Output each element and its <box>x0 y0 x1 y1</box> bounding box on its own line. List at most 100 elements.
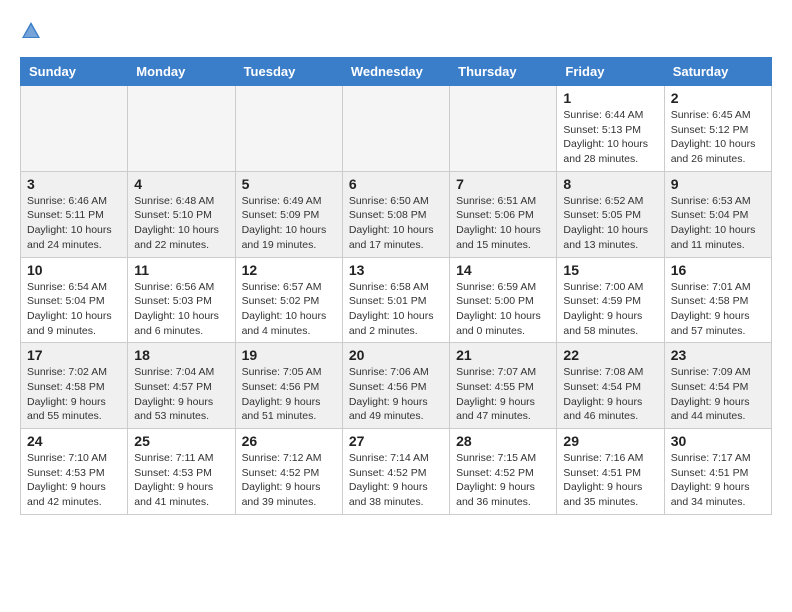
day-info: Sunrise: 6:49 AM Sunset: 5:09 PM Dayligh… <box>242 194 336 253</box>
day-number: 27 <box>349 433 443 449</box>
calendar-cell: 3Sunrise: 6:46 AM Sunset: 5:11 PM Daylig… <box>21 171 128 257</box>
day-number: 16 <box>671 262 765 278</box>
day-number: 23 <box>671 347 765 363</box>
day-number: 17 <box>27 347 121 363</box>
day-number: 6 <box>349 176 443 192</box>
day-number: 13 <box>349 262 443 278</box>
day-info: Sunrise: 6:59 AM Sunset: 5:00 PM Dayligh… <box>456 280 550 339</box>
day-info: Sunrise: 6:44 AM Sunset: 5:13 PM Dayligh… <box>563 108 657 167</box>
day-number: 29 <box>563 433 657 449</box>
header-friday: Friday <box>557 58 664 86</box>
calendar-cell: 27 Sunrise: 7:14 AM Sunset: 4:52 PM Dayli… <box>342 429 449 515</box>
day-number: 3 <box>27 176 121 192</box>
calendar-cell: 23 Sunrise: 7:09 AM Sunset: 4:54 PM Dayli… <box>664 343 771 429</box>
header-thursday: Thursday <box>450 58 557 86</box>
day-info: Sunrise: 7:09 AM Sunset: 4:54 PM Dayligh… <box>671 365 765 424</box>
calendar-cell <box>235 86 342 172</box>
calendar-cell: 4 Sunrise: 6:48 AM Sunset: 5:10 PM Daylig… <box>128 171 235 257</box>
day-info: Sunrise: 6:50 AM Sunset: 5:08 PM Dayligh… <box>349 194 443 253</box>
calendar-cell: 25 Sunrise: 7:11 AM Sunset: 4:53 PM Dayli… <box>128 429 235 515</box>
day-info: Sunrise: 6:56 AM Sunset: 5:03 PM Dayligh… <box>134 280 228 339</box>
day-number: 9 <box>671 176 765 192</box>
day-info: Sunrise: 6:51 AM Sunset: 5:06 PM Dayligh… <box>456 194 550 253</box>
calendar-cell: 29Sunrise: 7:16 AM Sunset: 4:51 PM Dayli… <box>557 429 664 515</box>
day-number: 12 <box>242 262 336 278</box>
page-header <box>20 20 772 47</box>
header-wednesday: Wednesday <box>342 58 449 86</box>
calendar-cell: 20 Sunrise: 7:06 AM Sunset: 4:56 PM Dayli… <box>342 343 449 429</box>
day-number: 7 <box>456 176 550 192</box>
day-info: Sunrise: 7:06 AM Sunset: 4:56 PM Dayligh… <box>349 365 443 424</box>
calendar-cell <box>128 86 235 172</box>
calendar-cell: 10 Sunrise: 6:54 AM Sunset: 5:04 PM Dayli… <box>21 257 128 343</box>
calendar-cell: 17 Sunrise: 7:02 AM Sunset: 4:58 PM Dayli… <box>21 343 128 429</box>
calendar-cell: 22 Sunrise: 7:08 AM Sunset: 4:54 PM Dayli… <box>557 343 664 429</box>
day-info: Sunrise: 7:14 AM Sunset: 4:52 PM Dayligh… <box>349 451 443 510</box>
day-info: Sunrise: 7:07 AM Sunset: 4:55 PM Dayligh… <box>456 365 550 424</box>
header-monday: Monday <box>128 58 235 86</box>
day-info: Sunrise: 6:52 AM Sunset: 5:05 PM Dayligh… <box>563 194 657 253</box>
day-number: 28 <box>456 433 550 449</box>
calendar-cell: 28 Sunrise: 7:15 AM Sunset: 4:52 PM Dayli… <box>450 429 557 515</box>
day-number: 8 <box>563 176 657 192</box>
header-saturday: Saturday <box>664 58 771 86</box>
calendar-cell: 21 Sunrise: 7:07 AM Sunset: 4:55 PM Dayli… <box>450 343 557 429</box>
calendar-cell: 7 Sunrise: 6:51 AM Sunset: 5:06 PM Daylig… <box>450 171 557 257</box>
day-info: Sunrise: 6:53 AM Sunset: 5:04 PM Dayligh… <box>671 194 765 253</box>
day-number: 14 <box>456 262 550 278</box>
day-info: Sunrise: 7:04 AM Sunset: 4:57 PM Dayligh… <box>134 365 228 424</box>
week-row: 17 Sunrise: 7:02 AM Sunset: 4:58 PM Dayli… <box>21 343 772 429</box>
calendar-cell: 6 Sunrise: 6:50 AM Sunset: 5:08 PM Daylig… <box>342 171 449 257</box>
day-number: 24 <box>27 433 121 449</box>
calendar-cell <box>450 86 557 172</box>
calendar-cell: 13 Sunrise: 6:58 AM Sunset: 5:01 PM Dayli… <box>342 257 449 343</box>
day-info: Sunrise: 7:15 AM Sunset: 4:52 PM Dayligh… <box>456 451 550 510</box>
week-row: 1 Sunrise: 6:44 AM Sunset: 5:13 PM Daylig… <box>21 86 772 172</box>
day-info: Sunrise: 7:05 AM Sunset: 4:56 PM Dayligh… <box>242 365 336 424</box>
day-info: Sunrise: 7:08 AM Sunset: 4:54 PM Dayligh… <box>563 365 657 424</box>
day-info: Sunrise: 7:02 AM Sunset: 4:58 PM Dayligh… <box>27 365 121 424</box>
day-number: 25 <box>134 433 228 449</box>
calendar-cell: 19Sunrise: 7:05 AM Sunset: 4:56 PM Dayli… <box>235 343 342 429</box>
day-info: Sunrise: 7:10 AM Sunset: 4:53 PM Dayligh… <box>27 451 121 510</box>
logo-icon <box>20 20 42 47</box>
calendar-header-row: SundayMondayTuesdayWednesdayThursdayFrid… <box>21 58 772 86</box>
day-number: 21 <box>456 347 550 363</box>
day-info: Sunrise: 7:00 AM Sunset: 4:59 PM Dayligh… <box>563 280 657 339</box>
day-info: Sunrise: 6:54 AM Sunset: 5:04 PM Dayligh… <box>27 280 121 339</box>
day-number: 26 <box>242 433 336 449</box>
calendar-cell: 2Sunrise: 6:45 AM Sunset: 5:12 PM Daylig… <box>664 86 771 172</box>
day-info: Sunrise: 6:58 AM Sunset: 5:01 PM Dayligh… <box>349 280 443 339</box>
day-number: 20 <box>349 347 443 363</box>
calendar-table: SundayMondayTuesdayWednesdayThursdayFrid… <box>20 57 772 515</box>
day-number: 18 <box>134 347 228 363</box>
calendar-cell: 14 Sunrise: 6:59 AM Sunset: 5:00 PM Dayli… <box>450 257 557 343</box>
header-tuesday: Tuesday <box>235 58 342 86</box>
header-sunday: Sunday <box>21 58 128 86</box>
calendar-cell: 5Sunrise: 6:49 AM Sunset: 5:09 PM Daylig… <box>235 171 342 257</box>
day-number: 11 <box>134 262 228 278</box>
day-info: Sunrise: 6:48 AM Sunset: 5:10 PM Dayligh… <box>134 194 228 253</box>
calendar-cell: 8 Sunrise: 6:52 AM Sunset: 5:05 PM Daylig… <box>557 171 664 257</box>
calendar-cell: 9 Sunrise: 6:53 AM Sunset: 5:04 PM Daylig… <box>664 171 771 257</box>
day-info: Sunrise: 7:01 AM Sunset: 4:58 PM Dayligh… <box>671 280 765 339</box>
calendar-cell <box>21 86 128 172</box>
week-row: 10 Sunrise: 6:54 AM Sunset: 5:04 PM Dayli… <box>21 257 772 343</box>
logo <box>20 20 42 47</box>
calendar-cell: 15 Sunrise: 7:00 AM Sunset: 4:59 PM Dayli… <box>557 257 664 343</box>
calendar-cell: 26Sunrise: 7:12 AM Sunset: 4:52 PM Dayli… <box>235 429 342 515</box>
day-number: 22 <box>563 347 657 363</box>
calendar-cell: 1 Sunrise: 6:44 AM Sunset: 5:13 PM Daylig… <box>557 86 664 172</box>
day-number: 10 <box>27 262 121 278</box>
day-number: 1 <box>563 90 657 106</box>
day-info: Sunrise: 6:57 AM Sunset: 5:02 PM Dayligh… <box>242 280 336 339</box>
calendar-cell <box>342 86 449 172</box>
calendar-cell: 24 Sunrise: 7:10 AM Sunset: 4:53 PM Dayli… <box>21 429 128 515</box>
calendar-cell: 11 Sunrise: 6:56 AM Sunset: 5:03 PM Dayli… <box>128 257 235 343</box>
week-row: 24 Sunrise: 7:10 AM Sunset: 4:53 PM Dayli… <box>21 429 772 515</box>
day-number: 15 <box>563 262 657 278</box>
day-info: Sunrise: 6:45 AM Sunset: 5:12 PM Dayligh… <box>671 108 765 167</box>
calendar-cell: 16 Sunrise: 7:01 AM Sunset: 4:58 PM Dayli… <box>664 257 771 343</box>
day-number: 4 <box>134 176 228 192</box>
day-info: Sunrise: 7:11 AM Sunset: 4:53 PM Dayligh… <box>134 451 228 510</box>
